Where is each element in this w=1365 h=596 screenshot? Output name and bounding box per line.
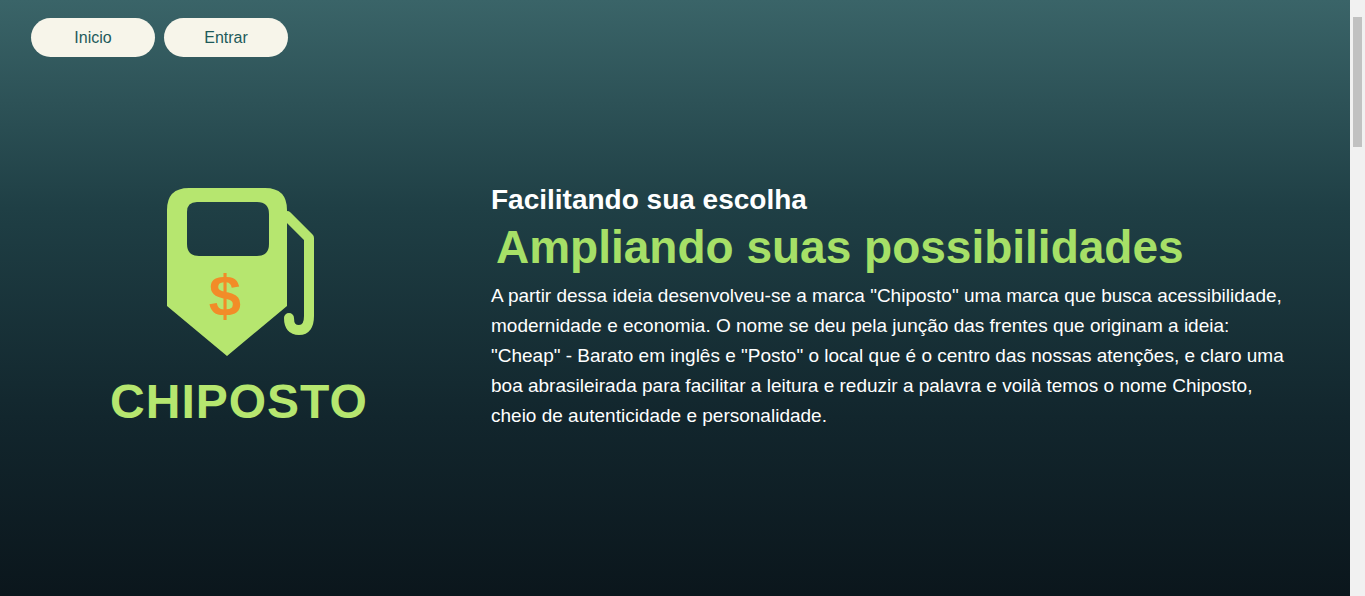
top-nav: InicioEntrar <box>0 0 1350 57</box>
nav-button[interactable]: Inicio <box>31 18 155 57</box>
hero-text: Facilitando sua escolhaAmpliando suas po… <box>491 182 1290 431</box>
hero: $ CHIPOSTO Facilitando sua escolhaAmpliand… <box>0 57 1350 596</box>
hero-heading: Facilitando sua escolha <box>491 182 1290 217</box>
scrollbar[interactable] <box>1350 0 1365 596</box>
hero-background: InicioEntrar $ CHIPOSTO Facilitando sua esc… <box>0 0 1350 596</box>
hero-paragraph: A partir dessa ideia desenvolveu-se a ma… <box>491 281 1290 431</box>
brand-name: CHIPOSTO <box>110 378 368 426</box>
page: InicioEntrar $ CHIPOSTO Facilitando sua esc… <box>0 0 1365 596</box>
fuel-pump-logo-icon: $ <box>157 188 322 358</box>
hero-subheading: Ampliando suas possibilidades <box>496 219 1290 277</box>
svg-text:$: $ <box>208 263 240 328</box>
nav-button[interactable]: Entrar <box>164 18 288 57</box>
scrollbar-thumb[interactable] <box>1353 17 1362 147</box>
brand: $ CHIPOSTO <box>93 188 385 426</box>
